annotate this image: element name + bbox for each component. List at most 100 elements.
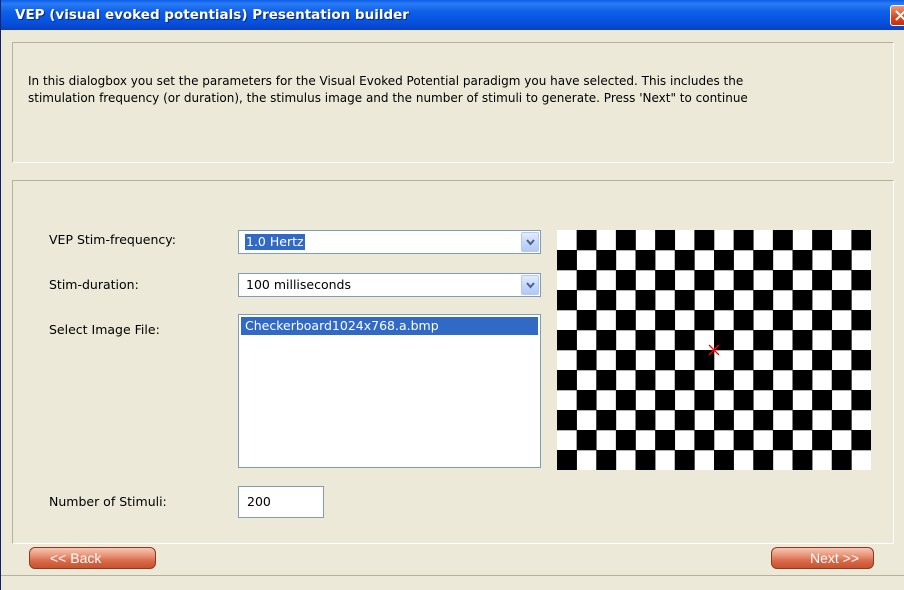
info-line-1: In this dialogbox you set the parameters… — [28, 74, 744, 88]
close-icon — [895, 10, 904, 21]
checker-square — [576, 270, 597, 291]
checker-square — [615, 310, 636, 331]
title-bar[interactable]: VEP (visual evoked potentials) Presentat… — [1, 0, 904, 30]
checker-square — [714, 370, 734, 391]
checker-square — [792, 290, 813, 311]
stimuli-value: 200 — [247, 494, 271, 509]
checker-square — [831, 450, 852, 470]
checker-square — [655, 390, 676, 411]
checker-square — [831, 290, 852, 311]
next-button[interactable]: Next >> — [771, 547, 874, 569]
checker-square — [792, 250, 813, 271]
checker-square — [615, 430, 636, 451]
checker-square — [753, 410, 774, 431]
back-button[interactable]: << Back — [29, 547, 156, 569]
checker-square — [674, 330, 695, 351]
checker-square — [851, 390, 871, 411]
checker-square — [831, 370, 852, 391]
stimuli-label: Number of Stimuli: — [49, 494, 167, 509]
duration-value: 100 milliseconds — [246, 277, 351, 292]
checker-square — [812, 310, 833, 331]
checker-square — [596, 330, 617, 351]
checker-square — [792, 370, 813, 391]
frequency-dropdown[interactable]: 1.0 Hertz — [238, 230, 541, 254]
checker-square — [772, 270, 793, 291]
checker-square — [851, 270, 871, 291]
back-button-label: << Back — [50, 550, 102, 566]
next-button-label: Next >> — [809, 550, 859, 566]
checker-square — [753, 370, 774, 391]
checker-square — [772, 310, 793, 331]
checker-square — [772, 430, 793, 451]
chevron-down-icon — [526, 282, 535, 289]
checker-square — [733, 310, 754, 331]
checker-square — [576, 430, 597, 451]
checker-square — [655, 270, 676, 291]
checker-square — [772, 390, 793, 411]
frequency-dropdown-button[interactable] — [521, 232, 539, 252]
checker-square — [733, 270, 754, 291]
checker-square — [635, 450, 656, 470]
checker-square — [557, 290, 577, 311]
checker-square — [714, 450, 734, 470]
checker-square — [851, 230, 871, 251]
duration-dropdown[interactable]: 100 milliseconds — [238, 273, 541, 297]
checker-square — [557, 410, 577, 431]
checker-square — [753, 450, 774, 470]
checker-square — [753, 330, 774, 351]
checker-square — [851, 430, 871, 451]
checker-square — [674, 250, 695, 271]
checker-square — [694, 270, 715, 291]
checker-square — [615, 390, 636, 411]
checker-square — [576, 310, 597, 331]
checker-square — [753, 250, 774, 271]
checker-square — [674, 290, 695, 311]
checker-square — [596, 370, 617, 391]
checker-square — [576, 230, 597, 251]
checker-square — [812, 390, 833, 411]
checker-square — [655, 350, 676, 371]
checker-square — [655, 310, 676, 331]
checker-square — [733, 430, 754, 451]
checker-square — [596, 450, 617, 470]
checker-square — [831, 410, 852, 431]
checker-square — [733, 350, 754, 371]
image-file-listbox[interactable]: Checkerboard1024x768.a.bmp — [238, 314, 541, 468]
duration-dropdown-button[interactable] — [521, 275, 539, 295]
checker-square — [851, 350, 871, 371]
window-title: VEP (visual evoked potentials) Presentat… — [15, 7, 409, 23]
info-text: In this dialogbox you set the parameters… — [28, 73, 878, 107]
checker-square — [615, 270, 636, 291]
checker-square — [772, 230, 793, 251]
dialog-window: VEP (visual evoked potentials) Presentat… — [0, 0, 904, 590]
checker-square — [557, 330, 577, 351]
checker-square — [557, 450, 577, 470]
checker-square — [635, 290, 656, 311]
checker-square — [674, 370, 695, 391]
checker-square — [733, 230, 754, 251]
checker-square — [714, 250, 734, 271]
checker-square — [792, 450, 813, 470]
frequency-label: VEP Stim-frequency: — [49, 232, 176, 247]
checker-square — [655, 430, 676, 451]
checker-square — [655, 230, 676, 251]
list-item[interactable]: Checkerboard1024x768.a.bmp — [241, 317, 538, 335]
checker-square — [812, 350, 833, 371]
chevron-down-icon — [526, 239, 535, 246]
checker-square — [576, 390, 597, 411]
checker-square — [596, 250, 617, 271]
close-button[interactable] — [890, 5, 904, 26]
checker-square — [694, 230, 715, 251]
checker-square — [635, 370, 656, 391]
checker-square — [694, 310, 715, 331]
checker-square — [635, 250, 656, 271]
checker-square — [694, 390, 715, 411]
checker-square — [831, 250, 852, 271]
stimuli-input[interactable]: 200 — [238, 486, 324, 518]
checker-square — [635, 330, 656, 351]
checker-square — [812, 230, 833, 251]
checker-square — [674, 450, 695, 470]
checkerboard-image — [557, 230, 871, 470]
checker-square — [792, 410, 813, 431]
checker-square — [694, 430, 715, 451]
